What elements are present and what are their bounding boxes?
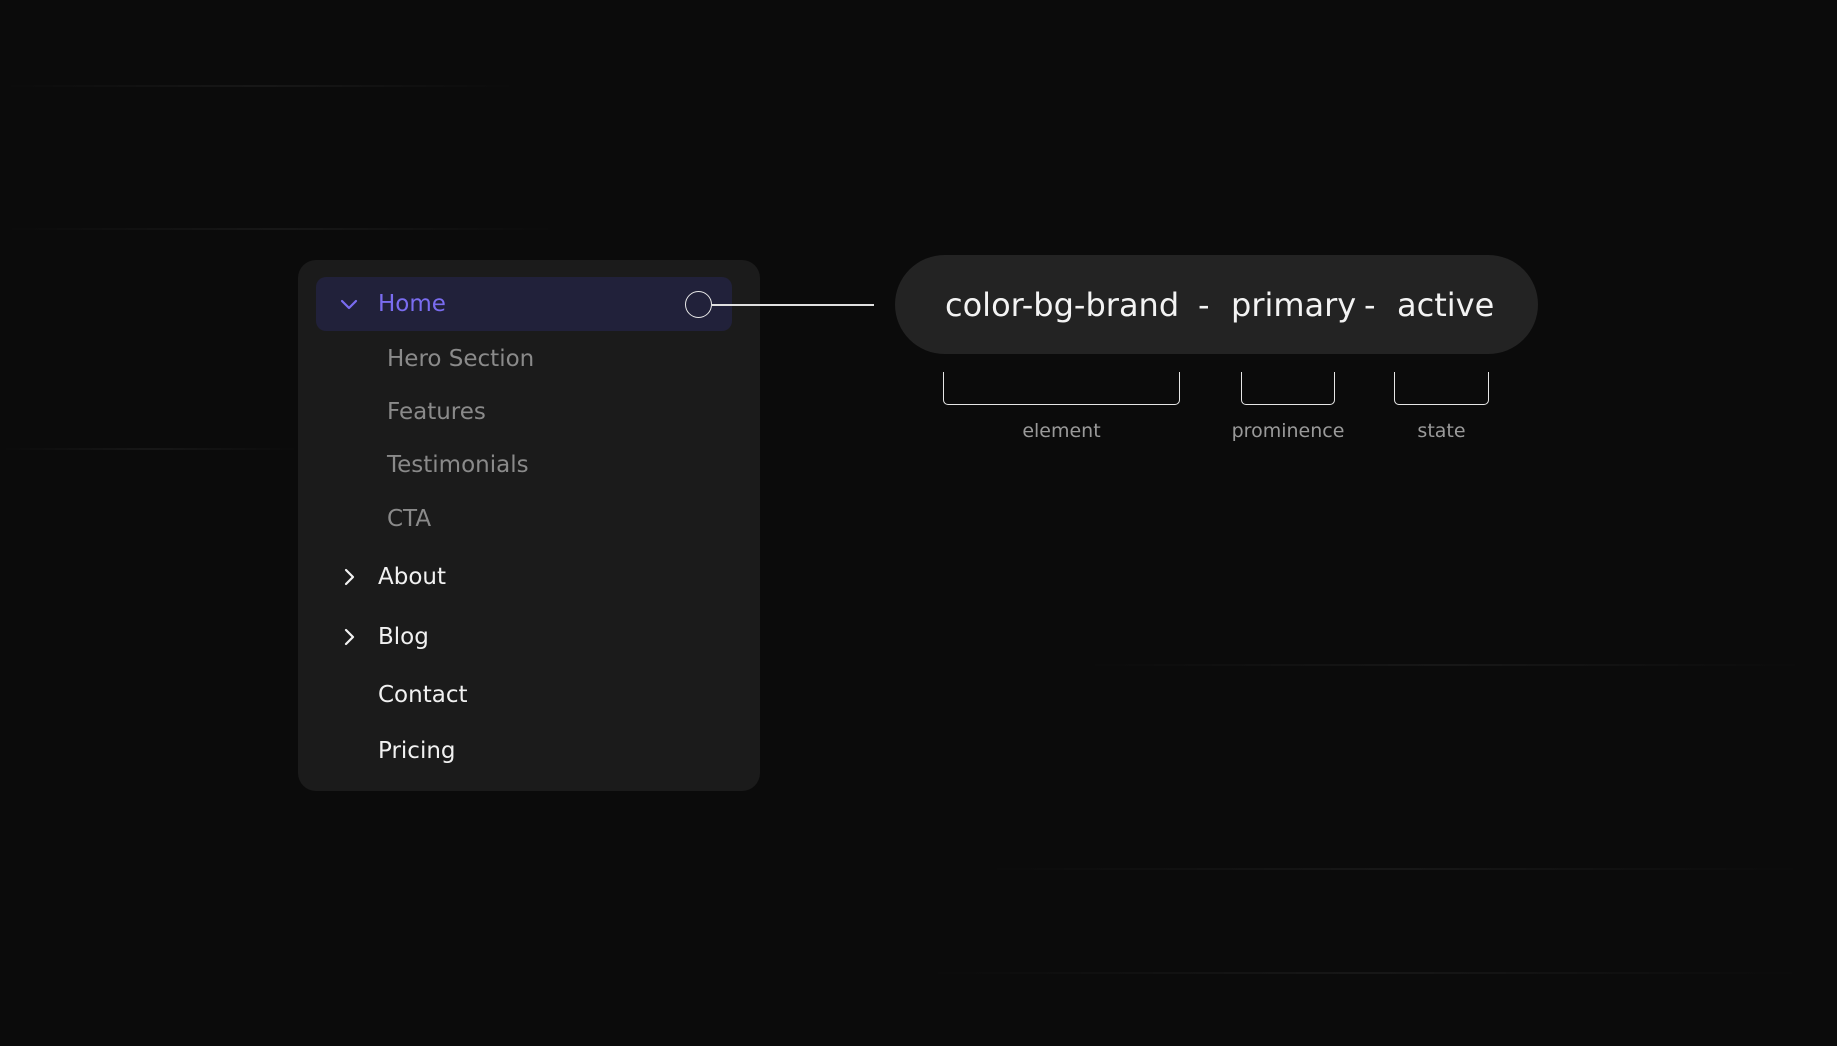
nav-item-label: Pricing [378, 738, 456, 764]
token-pill: color-bg-brand - primary - active [895, 255, 1538, 354]
nav-item-contact[interactable]: Contact [316, 668, 732, 722]
nav-item-label: Contact [378, 682, 468, 708]
canvas: Home Hero Section Features Testimonials … [0, 0, 1837, 1046]
chevron-right-icon[interactable] [338, 566, 360, 588]
bracket-state [1394, 372, 1489, 405]
background-streak [0, 228, 560, 230]
sub-item-features[interactable]: Features [316, 389, 732, 435]
sub-item-label: Hero Section [387, 346, 535, 372]
token-separator: - [1364, 285, 1376, 324]
token-prominence: primary [1231, 285, 1357, 324]
sub-item-label: Features [387, 399, 486, 425]
nav-item-label: About [378, 564, 447, 590]
nav-item-label: Home [378, 291, 446, 317]
bracket-label-prominence: prominence [1231, 420, 1345, 442]
nav-item-label: Blog [378, 624, 429, 650]
background-streak [920, 972, 1810, 974]
background-streak [0, 448, 300, 450]
bracket-element [943, 372, 1180, 405]
sub-item-testimonials[interactable]: Testimonials [316, 442, 732, 488]
token-separator: - [1198, 285, 1210, 324]
sub-item-hero-section[interactable]: Hero Section [316, 336, 732, 382]
nav-item-pricing[interactable]: Pricing [316, 724, 732, 778]
background-streak [980, 868, 1810, 870]
nav-item-blog[interactable]: Blog [316, 610, 732, 664]
background-streak [1080, 664, 1810, 666]
token-element: color-bg-brand [945, 285, 1180, 324]
sub-item-label: Testimonials [387, 452, 529, 478]
bracket-label-state: state [1417, 420, 1466, 442]
connector-dot [685, 291, 712, 318]
nav-item-home[interactable]: Home [316, 277, 732, 331]
background-streak [0, 85, 520, 87]
nav-panel: Home Hero Section Features Testimonials … [298, 260, 760, 791]
nav-item-about[interactable]: About [316, 550, 732, 604]
sub-item-cta[interactable]: CTA [316, 496, 732, 542]
chevron-right-icon[interactable] [338, 626, 360, 648]
bracket-label-element: element [1022, 420, 1101, 442]
connector-line [712, 304, 874, 306]
bracket-prominence [1241, 372, 1335, 405]
token-state: active [1397, 285, 1495, 324]
sub-item-label: CTA [387, 506, 432, 532]
chevron-down-icon[interactable] [338, 293, 360, 315]
